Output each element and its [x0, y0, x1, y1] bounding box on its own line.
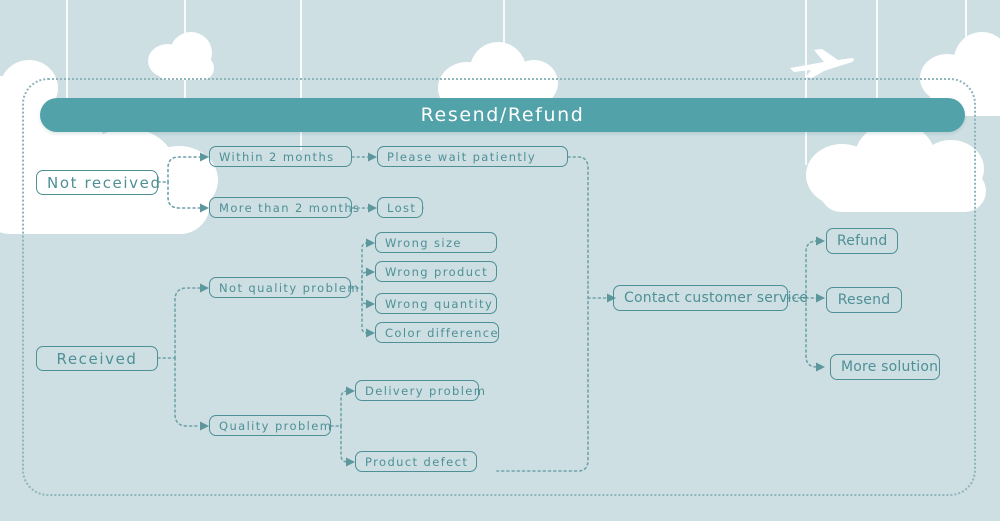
- node-label: Not received: [47, 173, 162, 192]
- node-quality-problem[interactable]: Quality problem: [209, 415, 331, 436]
- node-label: Color difference: [385, 325, 499, 340]
- node-label: Quality problem: [219, 418, 333, 433]
- node-label: More than 2 months: [219, 200, 361, 215]
- node-label: Lost: [387, 200, 417, 215]
- node-not-received[interactable]: Not received: [36, 170, 162, 195]
- node-delivery-problem[interactable]: Delivery problem: [355, 380, 487, 401]
- node-lost[interactable]: Lost: [377, 197, 423, 218]
- node-label: Please wait patiently: [387, 149, 537, 164]
- node-label: Wrong quantity: [385, 296, 494, 311]
- node-label: Within 2 months: [219, 149, 335, 164]
- node-wrong-product[interactable]: Wrong product: [375, 261, 497, 282]
- diagram-canvas: Resend/Refund Not received Received With…: [0, 0, 1000, 521]
- node-product-defect[interactable]: Product defect: [355, 451, 477, 472]
- node-label: Wrong size: [385, 235, 462, 250]
- node-resend[interactable]: Resend: [826, 287, 902, 313]
- node-within-2-months[interactable]: Within 2 months: [209, 146, 352, 167]
- node-label: Received: [56, 349, 138, 368]
- node-label: Wrong product: [385, 264, 489, 279]
- node-label: Product defect: [365, 454, 469, 469]
- node-label: Refund: [837, 233, 888, 249]
- node-label: Not quality problem: [219, 280, 360, 295]
- node-label: Delivery problem: [365, 383, 487, 398]
- node-received[interactable]: Received: [36, 346, 158, 371]
- node-label: Contact customer service: [624, 290, 809, 306]
- node-refund[interactable]: Refund: [826, 228, 898, 254]
- hanging-string: [965, 0, 967, 78]
- page-title: Resend/Refund: [420, 104, 585, 126]
- node-label: Resend: [837, 292, 891, 308]
- node-label: More solution: [841, 359, 939, 375]
- node-more-solution[interactable]: More solution: [830, 354, 940, 380]
- node-wrong-size[interactable]: Wrong size: [375, 232, 497, 253]
- banner: Resend/Refund: [40, 98, 965, 132]
- node-color-difference[interactable]: Color difference: [375, 322, 499, 343]
- node-more-than-2-months[interactable]: More than 2 months: [209, 197, 361, 218]
- node-wrong-quantity[interactable]: Wrong quantity: [375, 293, 497, 314]
- node-please-wait-patiently[interactable]: Please wait patiently: [377, 146, 568, 167]
- node-not-quality-problem[interactable]: Not quality problem: [209, 277, 360, 298]
- node-contact-customer-service[interactable]: Contact customer service: [613, 285, 809, 311]
